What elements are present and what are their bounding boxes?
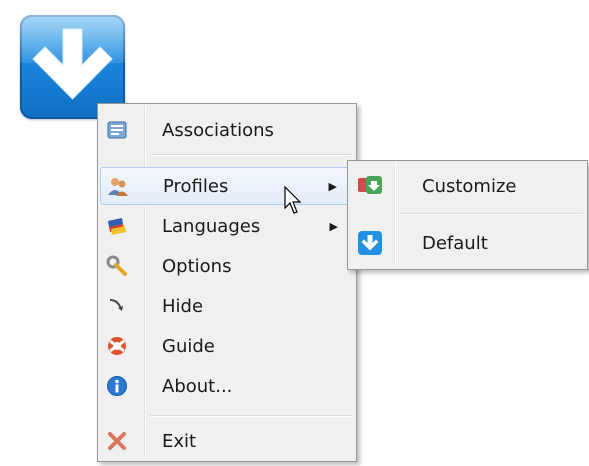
info-icon (106, 375, 128, 397)
exit-icon (106, 430, 128, 452)
menu-item-guide[interactable]: Guide (100, 327, 354, 365)
menu-item-label: Associations (162, 119, 274, 141)
menu-item-hide[interactable]: Hide (100, 287, 354, 325)
mouse-cursor-icon (284, 186, 302, 214)
menu-separator (150, 415, 352, 417)
customize-icon (356, 172, 384, 200)
menu-item-label: About... (162, 375, 233, 397)
menu-separator (150, 154, 352, 156)
menu-item-label: Hide (162, 295, 204, 317)
submenu-item-customize[interactable]: Customize (350, 167, 585, 205)
menu-item-label: Default (422, 232, 488, 254)
menu-item-label: Exit (162, 430, 197, 452)
menu-item-languages[interactable]: Languages ▶ (100, 207, 354, 245)
menu-item-label: Customize (422, 175, 517, 197)
menu-item-label: Profiles (163, 175, 229, 197)
menu-item-options[interactable]: Options (100, 247, 354, 285)
profiles-icon (107, 175, 129, 197)
submenu-arrow-icon: ▶ (329, 219, 338, 233)
lifebuoy-icon (106, 335, 128, 357)
associations-icon (106, 119, 128, 141)
menu-item-associations[interactable]: Associations (100, 111, 354, 149)
languages-icon (106, 215, 128, 237)
menu-item-label: Guide (162, 335, 215, 357)
menu-item-exit[interactable]: Exit (100, 422, 354, 460)
wrench-icon (106, 255, 128, 277)
menu-item-about[interactable]: About... (100, 367, 354, 405)
context-menu: Associations Profiles ▶ Languages ▶ Opti… (97, 103, 357, 462)
hide-icon (106, 295, 128, 317)
submenu-item-default[interactable]: Default (350, 224, 585, 262)
menu-item-label: Languages (162, 215, 261, 237)
submenu-arrow-icon: ▶ (328, 179, 337, 193)
menu-item-label: Options (162, 255, 232, 277)
menu-item-profiles[interactable]: Profiles ▶ (100, 167, 354, 205)
download-arrow-icon (356, 229, 384, 257)
menu-separator (400, 213, 583, 215)
profiles-submenu: Customize Default (347, 160, 588, 270)
